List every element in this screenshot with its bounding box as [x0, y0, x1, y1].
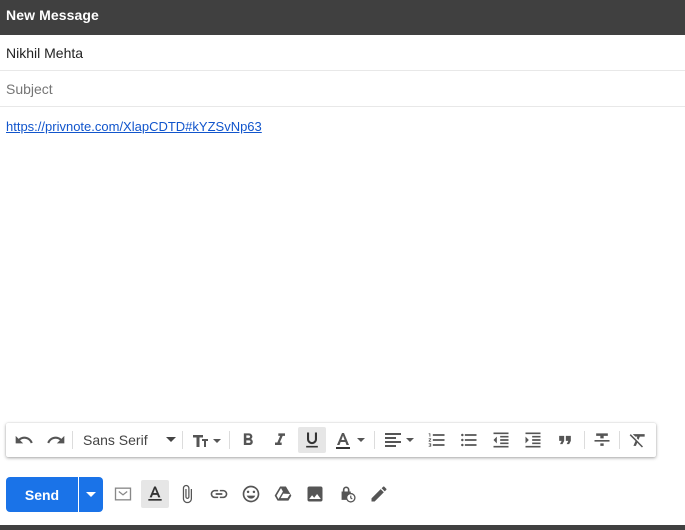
recipients-field[interactable]: Nikhil Mehta	[0, 35, 685, 71]
toolbar-divider	[619, 431, 620, 449]
compose-header: New Message	[0, 0, 685, 35]
bold-icon[interactable]	[234, 427, 262, 453]
toolbar-divider	[374, 431, 375, 449]
strikethrough-icon[interactable]	[588, 427, 616, 453]
message-body[interactable]: https://privnote.com/XlapCDTD#kYZSvNp63	[0, 107, 685, 417]
link-icon[interactable]	[205, 480, 233, 508]
insert-photo-icon[interactable]	[301, 480, 329, 508]
window-bottom-edge	[0, 525, 685, 530]
font-size-icon[interactable]	[188, 427, 224, 453]
quote-icon[interactable]	[551, 427, 579, 453]
confidential-lock-clock-icon[interactable]	[333, 480, 361, 508]
undo-icon[interactable]	[10, 427, 38, 453]
signature-pen-icon[interactable]	[365, 480, 393, 508]
body-link[interactable]: https://privnote.com/XlapCDTD#kYZSvNp63	[6, 119, 262, 134]
redo-icon[interactable]	[42, 427, 70, 453]
formatting-options-icon[interactable]	[141, 480, 169, 508]
emoji-icon[interactable]	[237, 480, 265, 508]
toolbar-divider	[72, 431, 73, 449]
send-options-button[interactable]	[79, 477, 103, 512]
italic-icon[interactable]	[266, 427, 294, 453]
confidential-mode-icon[interactable]	[109, 480, 137, 508]
indent-more-icon[interactable]	[519, 427, 547, 453]
chevron-down-icon	[86, 491, 96, 497]
remove-formatting-icon[interactable]	[624, 427, 652, 453]
bulleted-list-icon[interactable]	[455, 427, 483, 453]
compose-title: New Message	[6, 7, 99, 23]
recipient-chip[interactable]: Nikhil Mehta	[6, 45, 83, 61]
toolbar-divider	[229, 431, 230, 449]
send-button[interactable]: Send	[6, 477, 78, 512]
align-icon[interactable]	[380, 427, 418, 453]
attach-icon[interactable]	[173, 480, 201, 508]
subject-placeholder[interactable]: Subject	[6, 81, 53, 97]
chevron-down-icon	[166, 437, 176, 442]
font-family-dropdown[interactable]: Sans Serif	[76, 427, 176, 453]
formatting-toolbar: Sans Serif	[6, 423, 656, 457]
text-color-icon[interactable]	[332, 427, 368, 453]
underline-icon[interactable]	[298, 427, 326, 453]
subject-field[interactable]: Subject	[0, 71, 685, 107]
numbered-list-icon[interactable]	[423, 427, 451, 453]
google-drive-icon[interactable]	[269, 480, 297, 508]
font-family-label: Sans Serif	[83, 432, 148, 448]
toolbar-divider	[584, 431, 585, 449]
toolbar-divider	[182, 431, 183, 449]
indent-less-icon[interactable]	[487, 427, 515, 453]
